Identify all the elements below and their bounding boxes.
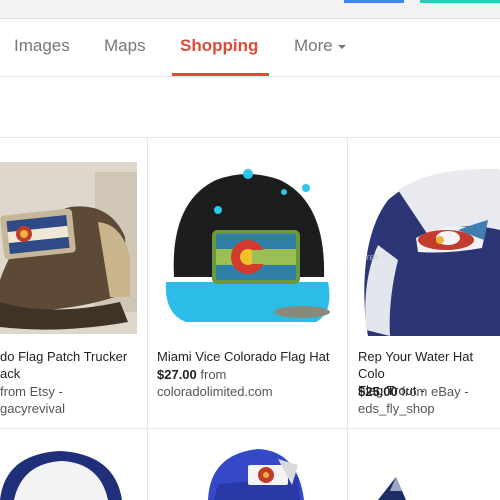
tab-more[interactable]: More <box>294 36 346 56</box>
tab-shopping[interactable]: Shopping <box>180 36 258 56</box>
product-price-line: $25.00 from eBay - <box>358 383 469 400</box>
product-title-line: Rep Your Water Hat Colo <box>358 349 474 381</box>
product-price-line: $27.00 from <box>157 366 226 383</box>
search-tabs: Images Maps Shopping More <box>0 18 500 77</box>
product-image[interactable]: TER <box>358 160 500 336</box>
product-source: from <box>200 367 227 382</box>
active-tab-indicator <box>172 73 269 76</box>
product-source: from Etsy - <box>0 384 63 399</box>
product-source: from eBay - <box>401 384 469 399</box>
tab-more-label: More <box>294 36 333 55</box>
product-card[interactable]: Miami Vice Colorado Flag Hat $27.00 from… <box>148 138 347 428</box>
product-image[interactable] <box>156 162 338 334</box>
product-image[interactable] <box>0 429 147 500</box>
tab-images[interactable]: Images <box>14 36 70 56</box>
top-bar <box>0 0 500 19</box>
product-title[interactable]: do Flag Patch Trucker ack <box>0 348 127 382</box>
product-price: $25.00 <box>358 384 398 399</box>
product-title[interactable]: Miami Vice Colorado Flag Hat <box>157 348 329 365</box>
product-seller: gacyrevival <box>0 401 66 416</box>
product-price: $27.00 <box>157 367 197 382</box>
top-blue-button-edge[interactable] <box>344 0 404 3</box>
top-teal-button-edge[interactable] <box>420 0 500 3</box>
tab-maps[interactable]: Maps <box>104 36 146 56</box>
product-title-line: ack <box>0 366 21 381</box>
product-card[interactable]: do Flag Patch Trucker ack from Etsy - ga… <box>0 138 147 428</box>
product-card[interactable]: TER Rep Your Water Hat Colo Flag Trout -… <box>348 138 500 428</box>
svg-text:TER: TER <box>366 256 379 262</box>
product-seller: coloradolimited.com <box>157 384 273 399</box>
product-image[interactable] <box>348 429 500 500</box>
chevron-down-icon <box>337 44 346 49</box>
product-image[interactable] <box>148 429 347 500</box>
product-title-line: do Flag Patch Trucker <box>0 349 128 364</box>
product-image[interactable] <box>0 162 137 334</box>
product-seller: eds_fly_shop <box>358 401 435 416</box>
